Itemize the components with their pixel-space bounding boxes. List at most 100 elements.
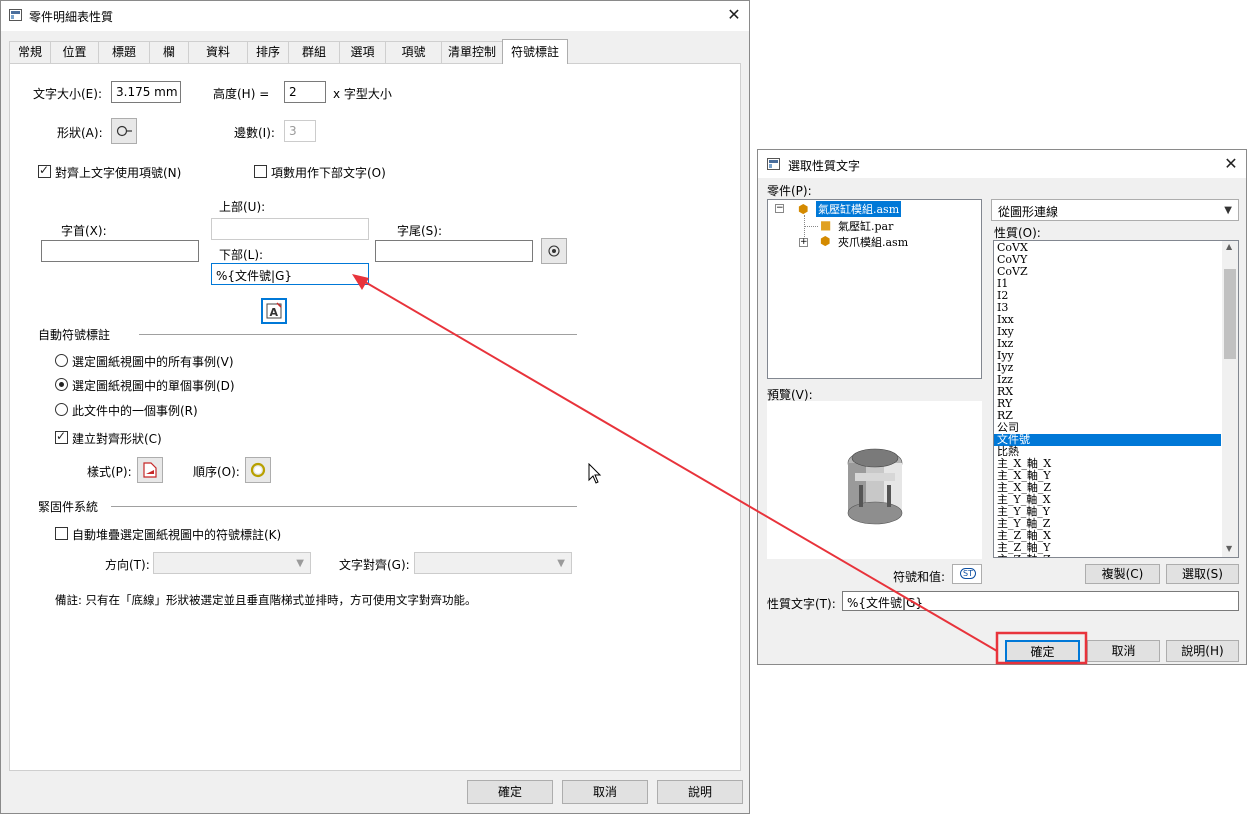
property-item[interactable]: Ixy [994,326,1221,338]
order-label: 順序(O): [193,465,240,479]
tree-item-part[interactable]: 氣壓缸.par [838,218,893,234]
tab-position[interactable]: 位置 [50,41,99,63]
tree-child-expander[interactable]: + [799,238,808,247]
copy-button[interactable]: 複製(C) [1085,564,1160,584]
property-item[interactable]: Izz [994,374,1221,386]
radio-all-instances-label: 選定圖紙視圖中的所有事例(V) [72,355,234,369]
fastener-separator [111,506,577,507]
scroll-up-icon[interactable]: ▲ [1226,242,1232,251]
properties-label: 性質(O): [994,226,1041,240]
fastener-header: 緊固件系統 [38,500,99,514]
note-text: 備註: 只有在「底線」形狀被選定並且垂直階梯式並排時，方可使用文字對齊功能。 [55,593,477,607]
main-cancel-button[interactable]: 取消 [562,780,648,804]
parts-tree[interactable]: − ⬢ 氣壓缸模組.asm ■ 氣壓缸.par + ⬢ 夾爪模組.asm [767,199,982,379]
source-select-value: 從圖形連線 [998,205,1059,219]
app-icon [767,158,780,170]
tab-balloon[interactable]: 符號標註 [502,39,568,64]
text-size-input[interactable]: 3.175 mm [111,81,181,103]
auto-stack-checkbox[interactable] [55,527,68,540]
tree-root-expander[interactable]: − [775,204,784,213]
properties-list[interactable]: CoVX CoVY CoVZ I1 I2 I3 Ixx Ixy Ixz Iyy Iyz Izz RX RY… [993,240,1239,558]
bottom-text-input[interactable]: %{文件號|G} [211,263,369,285]
property-item[interactable]: I2 [994,290,1221,302]
tree-guide-line [804,226,818,227]
sub-ok-button[interactable]: 確定 [1005,640,1080,662]
radio-one-in-doc[interactable] [55,403,68,416]
prefix-label: 字首(X): [61,224,107,238]
prefix-input[interactable] [41,240,199,262]
sides-label: 邊數(I): [234,126,275,140]
use-count-bottom-checkbox[interactable] [254,165,267,178]
tree-item-root[interactable]: 氣壓缸模組.asm [816,201,902,217]
sub-cancel-button[interactable]: 取消 [1087,640,1160,662]
property-item[interactable]: Iyy [994,350,1221,362]
order-button[interactable] [245,457,271,483]
style-button[interactable] [137,457,163,483]
suffix-input[interactable] [375,240,533,262]
tab-column[interactable]: 欄 [149,41,189,63]
properties-items: CoVX CoVY CoVZ I1 I2 I3 Ixx Ixy Ixz Iyy Iyz Izz RX RY… [994,242,1221,558]
tab-list-control[interactable]: 清單控制 [441,41,503,63]
shape-label: 形狀(A): [57,126,103,140]
radio-single-instance[interactable] [55,378,68,391]
property-item[interactable]: RX [994,386,1221,398]
symbol-value-button-text: ST [960,568,976,579]
direction-select[interactable]: ▼ [153,552,311,574]
tab-general[interactable]: 常規 [9,41,51,63]
sides-input[interactable]: 3 [284,120,316,142]
tab-item-number[interactable]: 項號 [385,41,442,63]
align-top-text-checkbox[interactable] [38,163,51,178]
prop-text-input[interactable]: %{文件號|G} [842,591,1239,611]
shape-button[interactable] [111,118,137,144]
main-title-bar[interactable]: 零件明細表性質 ✕ [1,1,749,31]
property-item[interactable]: CoVX [994,242,1221,254]
app-icon [9,9,22,21]
text-align-select[interactable]: ▼ [414,552,572,574]
height-input[interactable]: 2 [284,81,326,103]
assembly-icon: ⬢ [798,202,809,216]
tab-group[interactable]: 群組 [288,41,340,63]
select-button[interactable]: 選取(S) [1166,564,1239,584]
create-align-shape-checkbox[interactable] [55,429,68,444]
scrollbar-thumb[interactable] [1224,269,1236,359]
property-item[interactable]: CoVY [994,254,1221,266]
symbol-icon [548,245,560,257]
tab-options[interactable]: 選項 [339,41,386,63]
property-item[interactable]: RY [994,398,1221,410]
align-top-text-label: 對齊上文字使用項號(N) [55,166,182,180]
symbol-value-button[interactable]: ST [952,564,982,584]
tab-data[interactable]: 資料 [188,41,248,63]
property-item[interactable]: Iyz [994,362,1221,374]
property-text-button[interactable]: A [261,298,287,324]
property-item[interactable]: RZ [994,410,1221,422]
main-dialog: 零件明細表性質 ✕ 常規 位置 標題 欄 資料 排序 群組 選項 項號 清單控制… [0,0,750,814]
chevron-down-icon: ▼ [296,558,304,569]
radio-all-instances[interactable] [55,354,68,367]
property-item[interactable]: CoVZ [994,266,1221,278]
property-item[interactable]: I1 [994,278,1221,290]
sub-title-bar[interactable]: 選取性質文字 ✕ [758,150,1246,178]
property-item[interactable]: Ixz [994,338,1221,350]
close-icon[interactable]: ✕ [1220,154,1242,174]
close-icon[interactable]: ✕ [723,5,745,25]
preview-pane [767,401,982,559]
property-item[interactable]: 主_Z_軸_Z [994,554,1221,558]
top-text-input[interactable] [211,218,369,240]
tab-title[interactable]: 標題 [98,41,150,63]
property-item[interactable]: Ixx [994,314,1221,326]
chevron-down-icon: ▼ [1224,205,1232,216]
property-item[interactable]: I3 [994,302,1221,314]
properties-scrollbar[interactable]: ▲ ▼ [1222,241,1238,557]
symbol-insert-button[interactable] [541,238,567,264]
scroll-down-icon[interactable]: ▼ [1226,544,1232,553]
tab-sort[interactable]: 排序 [247,41,289,63]
main-ok-button[interactable]: 確定 [467,780,553,804]
source-select[interactable]: 從圖形連線 ▼ [991,199,1239,221]
property-item[interactable]: 文件號 [994,434,1221,446]
prop-text-label: 性質文字(T): [767,597,836,611]
main-help-button[interactable]: 說明 [657,780,743,804]
tree-item-subassembly[interactable]: 夾爪模組.asm [838,234,908,250]
create-align-shape-label: 建立對齊形狀(C) [72,432,162,446]
sub-help-button[interactable]: 說明(H) [1166,640,1239,662]
parts-label: 零件(P): [767,184,812,198]
